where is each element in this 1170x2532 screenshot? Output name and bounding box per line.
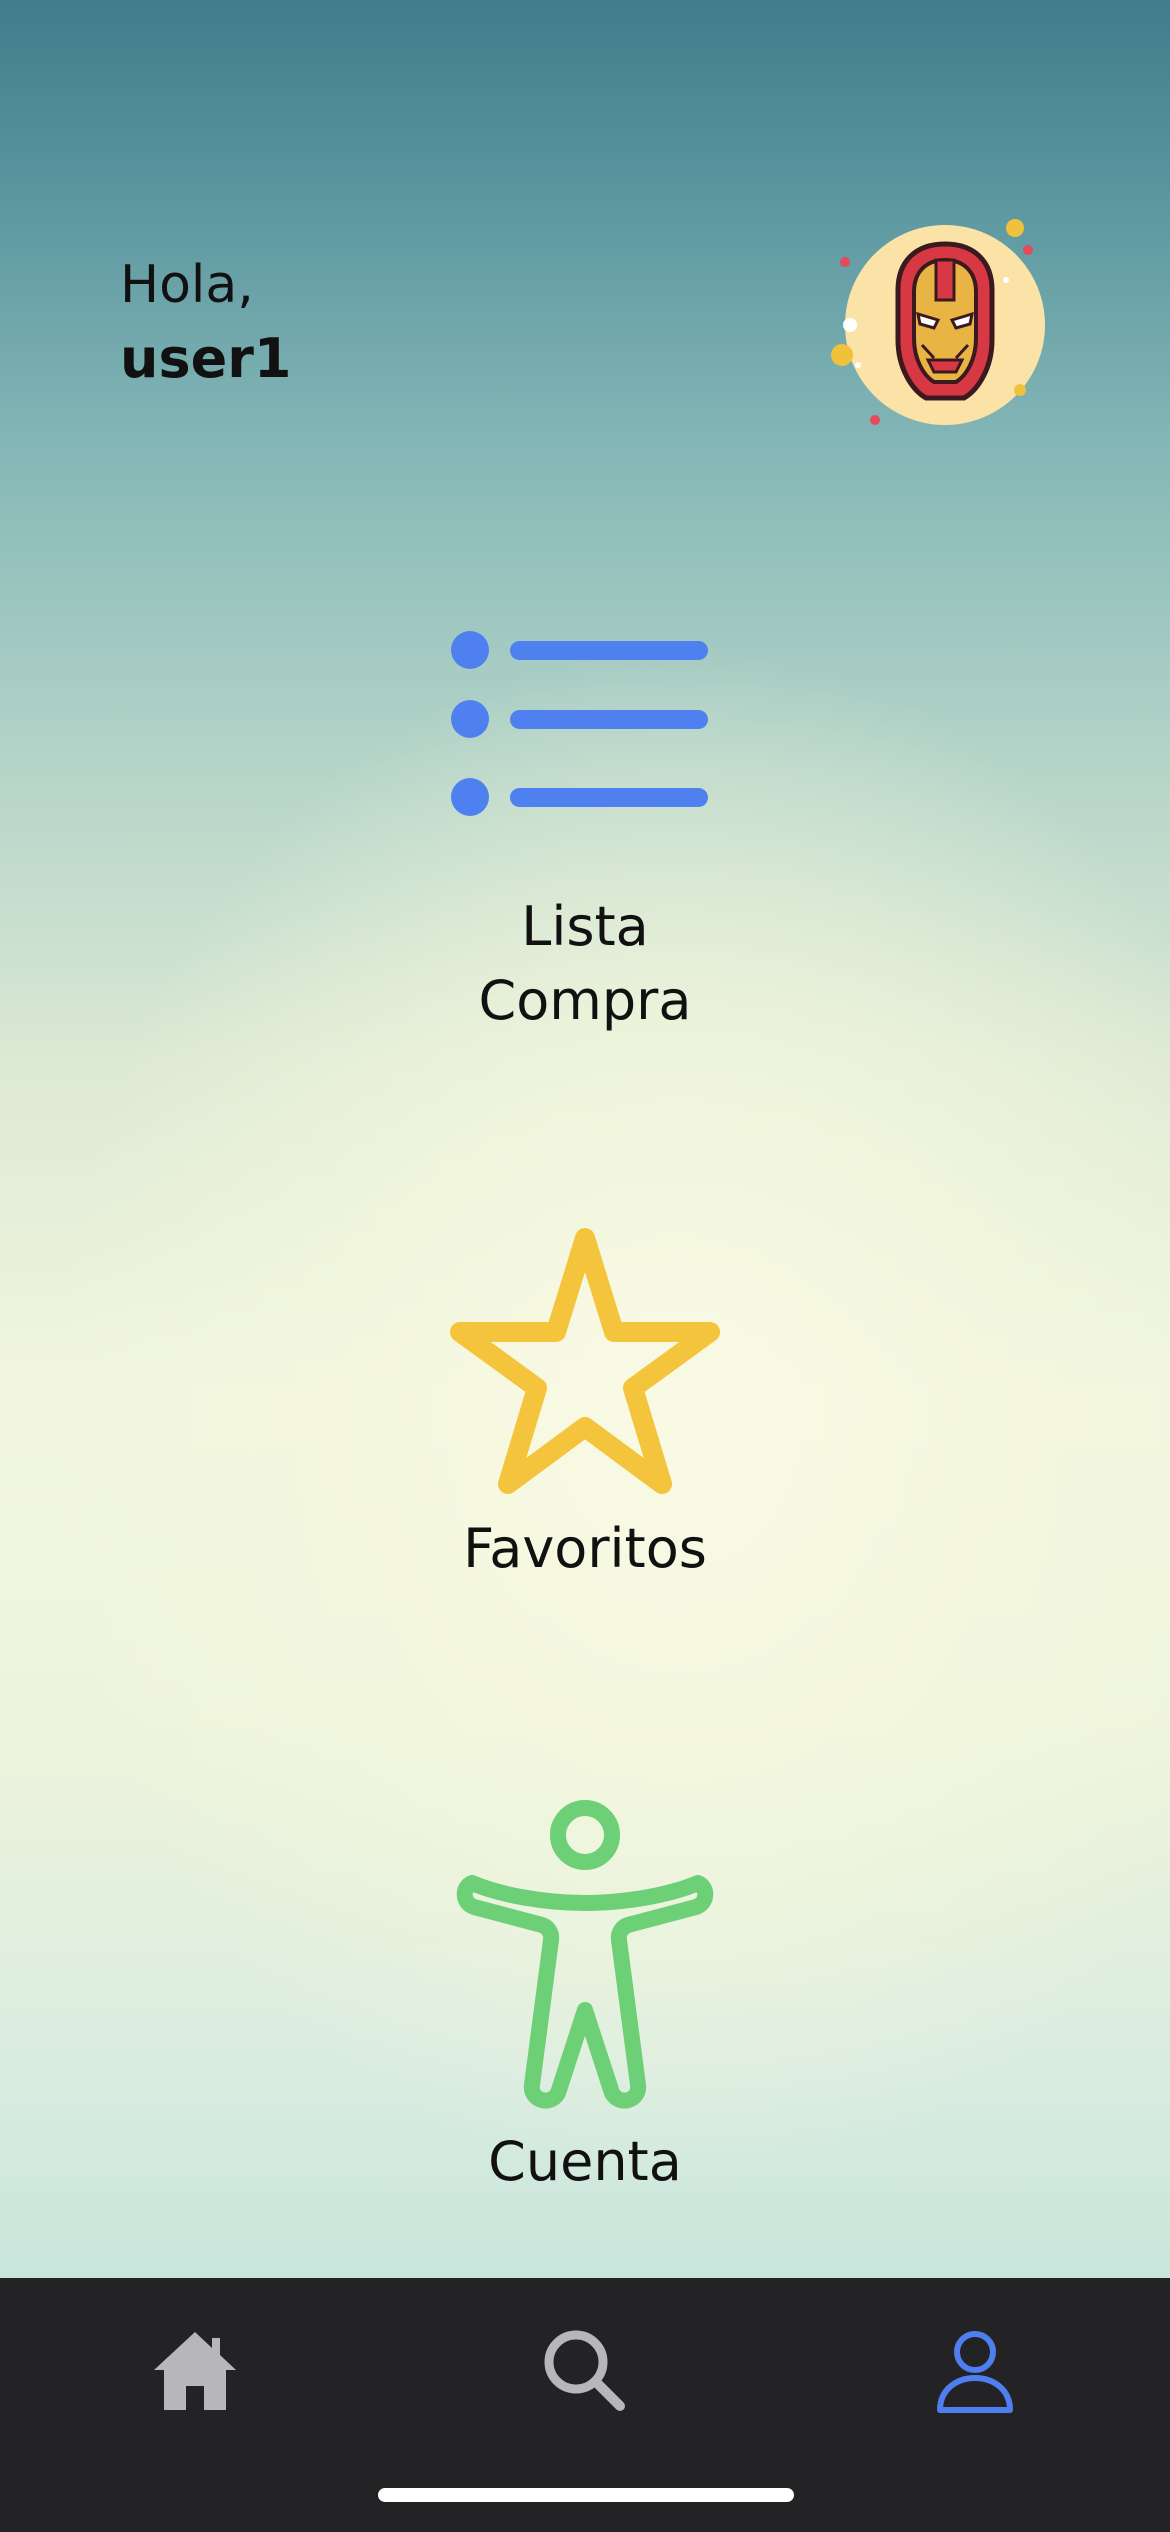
menu-label-shopping-list: Lista Compra (455, 890, 715, 1038)
greeting-text: Hola, (120, 255, 254, 315)
menu-item-favorites[interactable]: Favoritos (0, 1222, 1170, 1586)
iron-man-avatar-icon (831, 219, 1045, 425)
list-icon (451, 631, 708, 738)
search-icon (544, 2330, 625, 2411)
tab-home[interactable] (130, 2306, 260, 2436)
menu-label-line-1: Lista (521, 895, 649, 958)
avatar[interactable] (830, 210, 1060, 440)
menu-label-account: Cuenta (488, 2130, 682, 2193)
home-indicator (378, 2488, 794, 2502)
menu-item-account[interactable]: Cuenta (0, 1795, 1170, 2199)
home-icon (154, 2332, 236, 2410)
menu-label-line-2: Compra (478, 969, 692, 1032)
accessibility-person-icon (456, 1800, 714, 2109)
tab-search[interactable] (520, 2306, 650, 2436)
menu-label-favorites: Favoritos (463, 1517, 707, 1580)
star-icon (450, 1228, 720, 1494)
list-icon-third-row (451, 778, 708, 816)
username: user1 (120, 327, 292, 390)
tab-account[interactable] (910, 2306, 1040, 2436)
greeting: Hola, user1 (120, 248, 291, 396)
person-icon (937, 2331, 1013, 2413)
menu-item-shopping-list[interactable]: Lista Compra (0, 630, 1170, 1038)
